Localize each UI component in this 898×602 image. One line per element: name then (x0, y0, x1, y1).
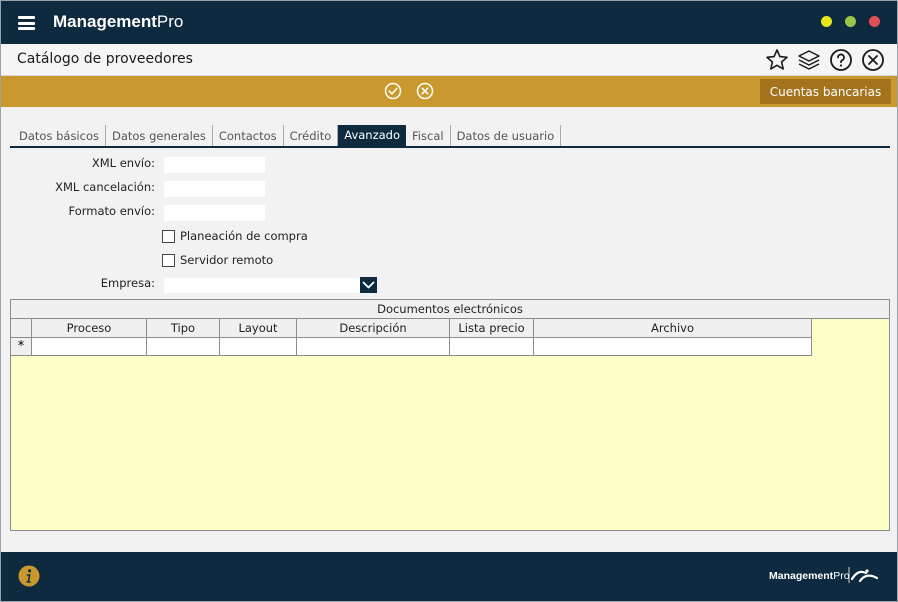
tab-datos-basicos[interactable]: Datos básicos (13, 125, 106, 147)
empresa-select[interactable] (164, 278, 361, 293)
tab-bar: Datos básicos Datos generales Contactos … (13, 125, 562, 147)
documentos-grid: Documentos electrónicos Proceso Tipo Lay… (10, 299, 890, 531)
tab-datos-generales[interactable]: Datos generales (106, 125, 213, 147)
xml-cancelacion-input[interactable] (164, 181, 265, 197)
footer-logo-bold: Management (769, 570, 834, 582)
cell-layout[interactable] (220, 338, 297, 356)
tab-fiscal[interactable]: Fiscal (406, 125, 451, 147)
tab-underline (10, 146, 890, 148)
footer-bar: ManagementPro (1, 552, 897, 601)
cuentas-bancarias-button[interactable]: Cuentas bancarias (760, 79, 891, 104)
app-title-bold: Management (53, 12, 157, 31)
empresa-label: Empresa: (100, 276, 155, 290)
cell-tipo[interactable] (147, 338, 220, 356)
xml-envio-label: XML envío: (91, 156, 155, 170)
column-header-proceso[interactable]: Proceso (32, 319, 147, 338)
menu-icon[interactable] (18, 16, 35, 30)
tab-credito[interactable]: Crédito (284, 125, 339, 147)
app-title: ManagementPro (53, 12, 183, 32)
row-header-corner (11, 319, 32, 338)
help-icon[interactable] (829, 48, 853, 72)
cell-lista-precio[interactable] (450, 338, 534, 356)
cancel-circle-icon[interactable] (416, 82, 434, 100)
check-circle-icon[interactable] (384, 82, 402, 100)
minimize-button[interactable] (821, 16, 832, 27)
cell-proceso[interactable] (32, 338, 147, 356)
planeacion-label: Planeación de compra (180, 229, 308, 243)
close-circle-icon[interactable] (861, 48, 885, 72)
chevron-down-icon (362, 281, 375, 289)
action-bar: Cuentas bancarias (1, 76, 897, 107)
xml-envio-input[interactable] (164, 157, 265, 173)
footer-logo: ManagementPro (769, 570, 850, 582)
grid-title: Documentos electrónicos (11, 300, 889, 319)
header-bar: Catálogo de proveedores (1, 44, 897, 76)
column-header-tipo[interactable]: Tipo (147, 319, 220, 338)
cell-descripcion[interactable] (297, 338, 450, 356)
planeacion-checkbox[interactable] (162, 230, 175, 243)
servidor-remoto-checkbox[interactable] (162, 254, 175, 267)
app-title-light: Pro (156, 12, 184, 31)
title-bar: ManagementPro (1, 1, 897, 44)
formato-envio-input[interactable] (164, 205, 265, 221)
star-icon[interactable] (765, 48, 789, 72)
close-window-button[interactable] (869, 16, 880, 27)
xml-cancelacion-label: XML cancelación: (55, 180, 155, 194)
info-icon[interactable] (18, 565, 40, 587)
logo-mark-icon (848, 567, 879, 583)
empresa-dropdown-button[interactable] (360, 277, 377, 293)
formato-envio-label: Formato envío: (68, 204, 156, 218)
layers-icon[interactable] (797, 48, 821, 72)
column-header-descripcion[interactable]: Descripción (297, 319, 450, 338)
servidor-remoto-label: Servidor remoto (180, 253, 274, 267)
tab-avanzado[interactable]: Avanzado (338, 125, 407, 147)
tab-contactos[interactable]: Contactos (213, 125, 284, 147)
maximize-button[interactable] (845, 16, 856, 27)
page-title: Catálogo de proveedores (17, 51, 193, 67)
column-header-layout[interactable]: Layout (220, 319, 297, 338)
new-row-marker: * (11, 338, 32, 356)
cell-archivo[interactable] (534, 338, 812, 356)
tab-datos-de-usuario[interactable]: Datos de usuario (451, 125, 562, 147)
column-header-archivo[interactable]: Archivo (534, 319, 812, 338)
column-header-lista-precio[interactable]: Lista precio (450, 319, 534, 338)
app-window: ManagementPro Catálogo de proveedores Cu… (0, 0, 898, 602)
